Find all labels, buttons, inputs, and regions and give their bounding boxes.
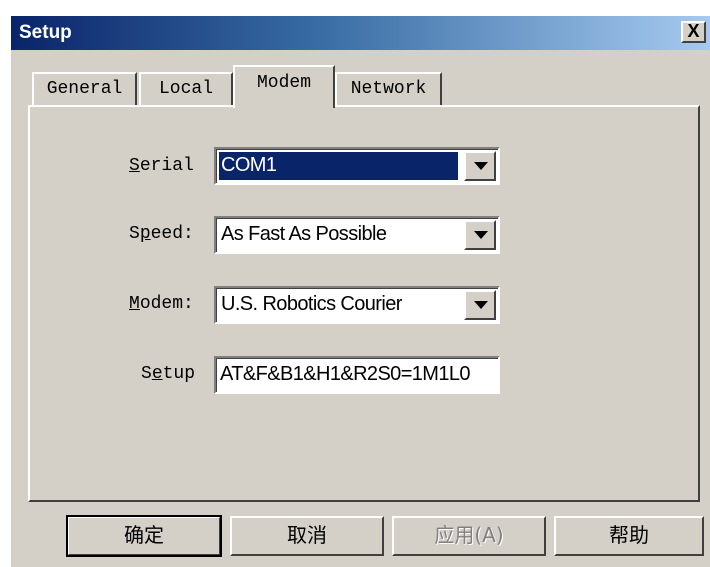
chevron-down-icon — [474, 162, 488, 170]
modem-label: Modem: — [129, 294, 194, 314]
apply-button: 应用(A) — [392, 516, 546, 556]
tab-modem[interactable]: Modem — [233, 65, 335, 108]
close-button[interactable]: X — [681, 21, 706, 43]
setup-string-value: AT&F&B1&H1&R2S0=1M1L0 — [220, 363, 471, 385]
tab-general[interactable]: General — [32, 72, 137, 106]
tab-modem-label: Modem — [256, 73, 311, 93]
close-icon: X — [687, 21, 700, 41]
serial-value: COM1 — [219, 152, 458, 180]
chevron-down-icon — [474, 231, 488, 239]
tab-network[interactable]: Network — [335, 72, 442, 106]
tab-network-label: Network — [350, 79, 427, 99]
speed-dropdown-button[interactable] — [464, 220, 496, 250]
tab-general-label: General — [46, 79, 123, 99]
modem-dropdown-button[interactable] — [464, 290, 496, 320]
help-button[interactable]: 帮助 — [554, 516, 704, 556]
ok-button[interactable]: 确定 — [66, 515, 222, 557]
window-title: Setup — [19, 22, 72, 43]
speed-value: As Fast As Possible — [221, 223, 387, 245]
tab-local[interactable]: Local — [139, 72, 233, 106]
speed-select[interactable]: As Fast As Possible — [214, 216, 500, 254]
tab-local-label: Local — [158, 79, 213, 99]
cancel-button[interactable]: 取消 — [230, 516, 384, 556]
chevron-down-icon — [474, 301, 488, 309]
serial-dropdown-button[interactable] — [464, 151, 496, 181]
serial-select[interactable]: COM1 — [214, 147, 500, 185]
title-bar[interactable]: Setup X — [11, 16, 710, 50]
setup-string-label: Setup — [141, 364, 196, 384]
speed-label: Speed: — [129, 224, 194, 244]
modem-value: U.S. Robotics Courier — [221, 293, 402, 315]
modem-select[interactable]: U.S. Robotics Courier — [214, 286, 500, 324]
serial-label: Serial — [129, 156, 194, 176]
setup-string-input[interactable]: AT&F&B1&H1&R2S0=1M1L0 — [214, 356, 500, 394]
setup-dialog: Setup X General Local Modem Network Seri… — [11, 16, 710, 567]
